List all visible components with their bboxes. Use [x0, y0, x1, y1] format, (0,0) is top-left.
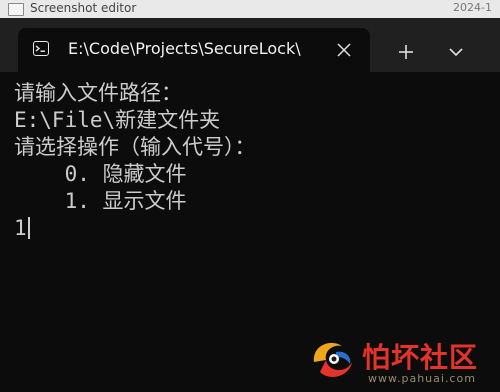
terminal-input-line[interactable]: 1 — [14, 215, 30, 241]
console-icon — [33, 41, 49, 56]
terminal-line-prompt-path: 请输入文件路径： — [14, 81, 182, 105]
plus-icon — [399, 45, 413, 59]
terminal-line-path-input: E:\File\新建文件夹 — [14, 108, 221, 132]
new-tab-button[interactable] — [392, 38, 420, 66]
profile-dropdown-button[interactable] — [442, 38, 470, 66]
watermark-logo-icon — [313, 342, 352, 377]
terminal-line-prompt-operation: 请选择操作（输入代号）： — [14, 135, 256, 159]
terminal-line-option-hide: 0. 隐藏文件 — [14, 162, 187, 186]
terminal-input-value: 1 — [14, 216, 27, 240]
background-window-titlebar: Screenshot editor 2024-1 — [0, 0, 500, 19]
watermark-url: www.pahuai.com — [368, 372, 476, 385]
tab-active[interactable]: E:\Code\Projects\SecureLock\ — [18, 28, 370, 72]
terminal-line-option-show: 1. 显示文件 — [14, 189, 187, 213]
close-tab-button[interactable] — [330, 36, 358, 64]
text-cursor — [27, 217, 30, 239]
tab-strip: E:\Code\Projects\SecureLock\ — [0, 18, 500, 72]
document-icon — [8, 3, 24, 16]
chevron-down-icon — [449, 48, 463, 57]
background-window-timestamp: 2024-1 — [453, 1, 492, 14]
close-icon — [337, 43, 351, 57]
watermark: 怕坏社区 www.pahuai.com — [306, 330, 496, 390]
background-window-title: Screenshot editor — [30, 1, 137, 15]
watermark-name: 怕坏社区 — [362, 341, 479, 374]
tab-title: E:\Code\Projects\SecureLock\ — [68, 39, 301, 58]
